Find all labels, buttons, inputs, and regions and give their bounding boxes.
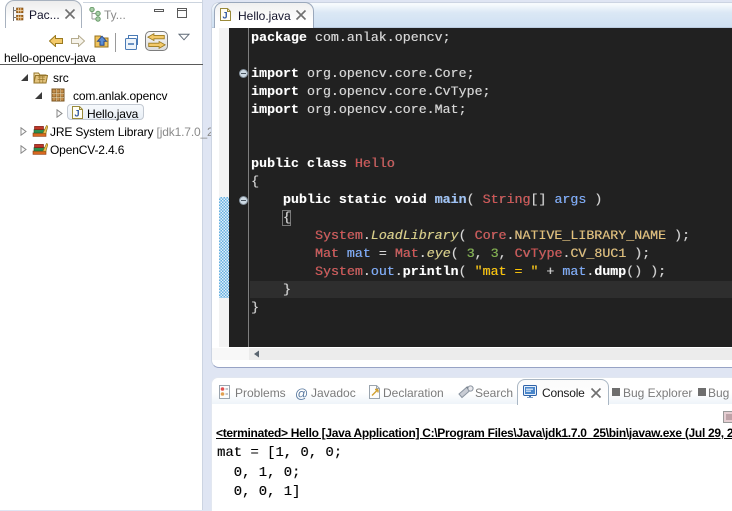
- svg-text:J: J: [74, 109, 79, 119]
- svg-text:J: J: [222, 11, 227, 21]
